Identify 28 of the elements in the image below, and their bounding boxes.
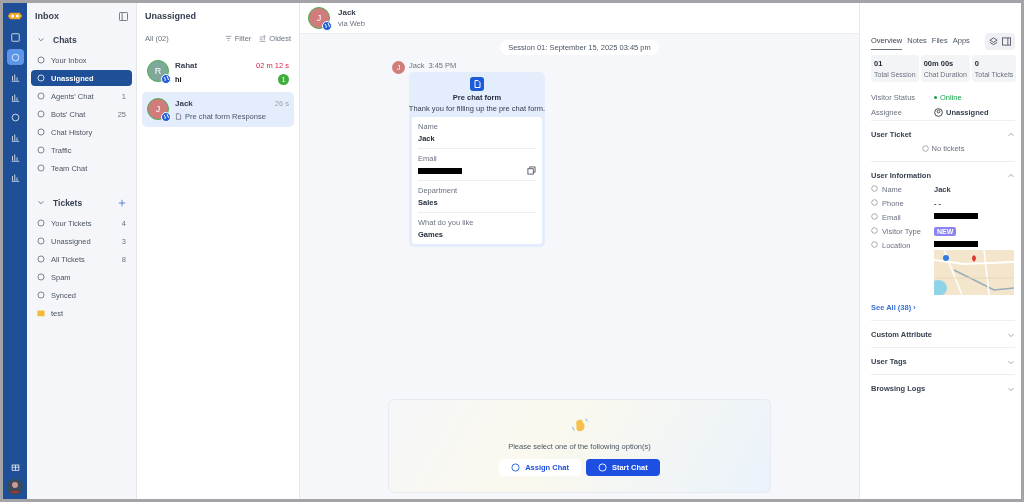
add-icon[interactable]: [118, 199, 126, 207]
chevron-down-icon[interactable]: [37, 36, 45, 44]
globe-badge-icon: [161, 74, 171, 84]
copy-icon[interactable]: [527, 166, 536, 175]
collapse-panel-icon[interactable]: [119, 11, 128, 21]
sidebar-title: Inbox: [35, 11, 59, 21]
section-title[interactable]: Tickets: [53, 198, 110, 208]
contact-name: Rahat: [175, 61, 198, 70]
list-title: Unassigned: [144, 11, 197, 23]
rail-button[interactable]: [6, 49, 24, 65]
section-title[interactable]: Chats: [53, 35, 126, 45]
user-avatar[interactable]: [7, 479, 23, 495]
folder-icon: [37, 309, 45, 317]
sort-icon: [259, 35, 267, 42]
gift-icon[interactable]: [10, 462, 20, 471]
document-icon: [470, 77, 484, 91]
logo-icon: [7, 11, 23, 21]
bar-chart-icon: [10, 72, 20, 82]
chevron-down-icon[interactable]: [37, 199, 45, 207]
waving-hand-icon: [570, 416, 589, 434]
side-panel-icon[interactable]: [1002, 37, 1011, 46]
contact-name: Jack: [175, 99, 193, 108]
globe-badge-icon: [161, 112, 171, 122]
contact-name: Jack: [338, 8, 357, 17]
filter-icon: [224, 35, 232, 42]
globe-badge-icon: [322, 21, 332, 31]
layers-icon[interactable]: [989, 37, 998, 46]
document-icon: [175, 113, 182, 120]
